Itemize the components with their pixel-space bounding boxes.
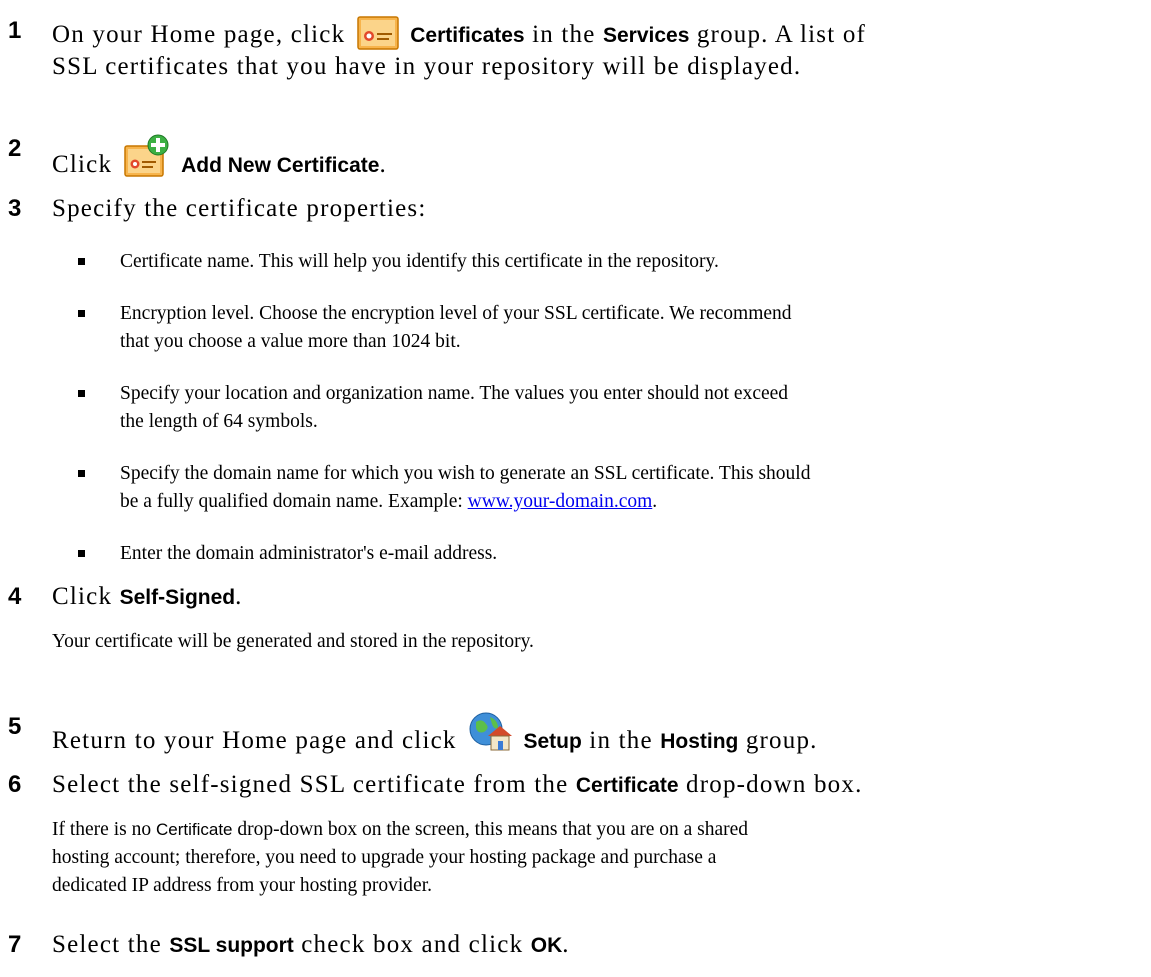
- hosting-setup-icon: [468, 712, 513, 760]
- certificates-label: Certificates: [410, 24, 525, 47]
- step-text: Select the SSL support check box and cli…: [52, 931, 570, 958]
- step-text-line2: SSL certificates that you have in your r…: [52, 53, 802, 80]
- instructions-page: 1 On your Home page, click Certificates …: [0, 0, 1151, 977]
- step-number: 1: [8, 17, 22, 44]
- bullet-marker: [78, 390, 85, 397]
- example-domain-link[interactable]: www.your-domain.com: [468, 491, 653, 512]
- certificate-label: Certificate: [155, 820, 233, 839]
- step-number: 7: [8, 931, 22, 958]
- self-signed-label: Self-Signed: [119, 586, 236, 609]
- add-certificate-icon: [123, 134, 170, 186]
- add-new-certificate-label: Add New Certificate: [181, 154, 380, 177]
- step-number: 2: [8, 135, 22, 162]
- step-number: 4: [8, 583, 22, 610]
- services-group-label: Services: [602, 24, 690, 47]
- step-text: Return to your Home page and click Setup…: [52, 712, 818, 760]
- step-text: Select the self-signed SSL certificate f…: [52, 771, 863, 798]
- step-4-note: Your certificate will be generated and s…: [52, 631, 534, 652]
- bullet-marker: [78, 550, 85, 557]
- bullet-marker: [78, 310, 85, 317]
- step-text: Click Add New Certificate.: [52, 134, 387, 186]
- setup-label: Setup: [523, 730, 582, 753]
- step-text: Click Self-Signed.: [52, 583, 243, 610]
- bullet-marker: [78, 470, 85, 477]
- hosting-group-label: Hosting: [660, 730, 739, 753]
- bullet-marker: [78, 258, 85, 265]
- ok-label: OK: [530, 934, 563, 957]
- step-number: 6: [8, 771, 22, 798]
- step-text: Specify the certificate properties:: [52, 195, 427, 222]
- step-number: 5: [8, 713, 22, 740]
- step-number: 3: [8, 195, 22, 222]
- ssl-support-label: SSL support: [169, 934, 294, 957]
- certificate-dropdown-label: Certificate: [575, 774, 679, 797]
- step-6-note: If there is no Certificate drop-down box…: [52, 819, 749, 896]
